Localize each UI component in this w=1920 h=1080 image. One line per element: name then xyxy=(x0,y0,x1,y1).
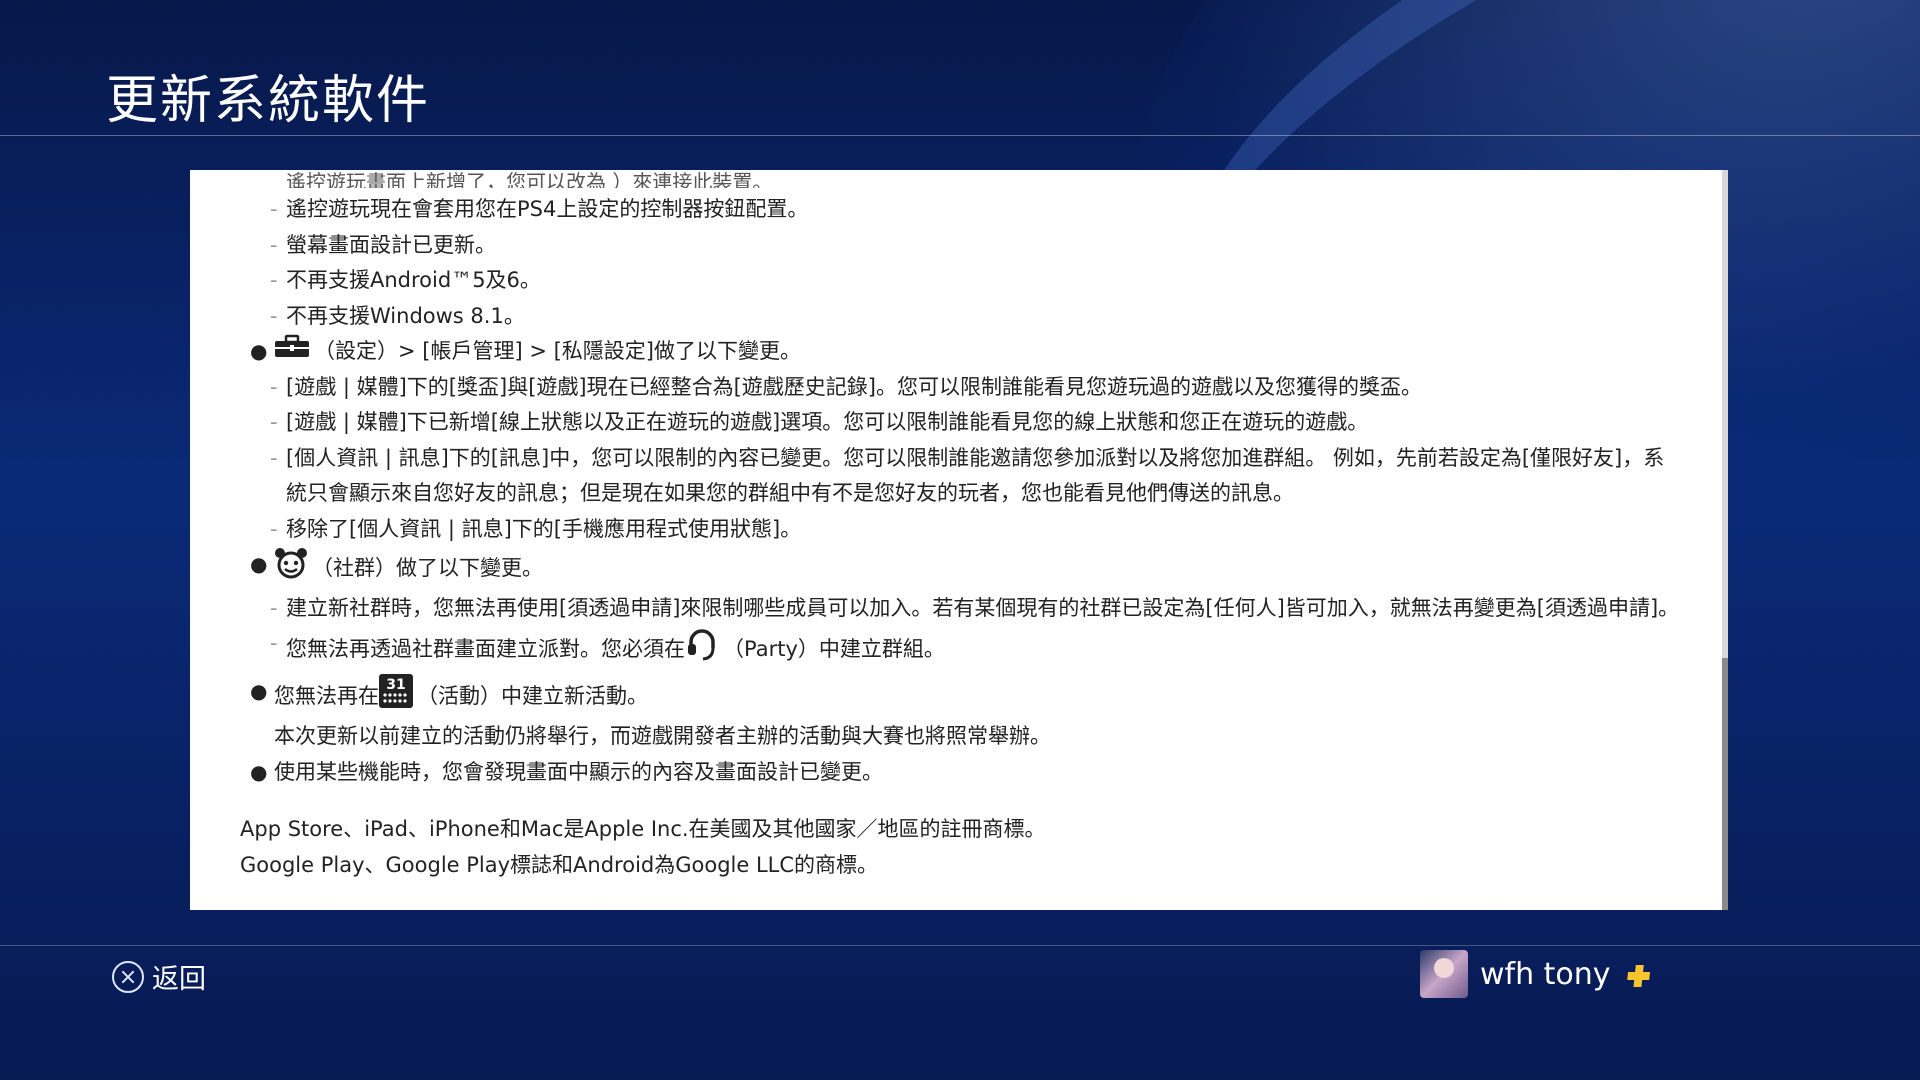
note-item-party: - 您無法再透過社群畫面建立派對。您必須在 （Party）中建立群組。 xyxy=(240,626,1680,674)
note-text: 您無法再在 xyxy=(274,683,379,708)
trademark-google: Google Play、Google Play標誌和Android為Google… xyxy=(240,852,879,877)
back-label: 返回 xyxy=(152,964,206,995)
footer-divider xyxy=(0,945,1920,946)
note-text: 使用某些機能時，您會發現畫面中顯示的內容及畫面設計已變更。 xyxy=(274,759,883,784)
scrollbar[interactable] xyxy=(1722,170,1728,910)
user-profile[interactable]: wfh tony xyxy=(1420,950,1650,998)
note-text: 不再支援Windows 8.1。 xyxy=(286,303,525,328)
note-text: （社群）做了以下變更。 xyxy=(312,556,543,580)
note-text: 您無法再透過社群畫面建立派對。您必須在 xyxy=(286,637,685,661)
note-text: [遊戲 | 媒體]下的[獎盃]與[遊戲]現在已經整合為[遊戲歷史記錄]。您可以限… xyxy=(286,374,1422,399)
note-text: （活動）中建立新活動。 xyxy=(417,683,648,708)
note-paragraph: 本次更新以前建立的活動仍將舉行，而遊戲開發者主辦的活動與大賽也將照常舉辦。 xyxy=(274,724,1051,749)
note-text: 移除了[個人資訊 | 訊息]下的[手機應用程式使用狀態]。 xyxy=(286,516,802,541)
cross-button-icon xyxy=(112,960,144,993)
bullet-community: ● （社群）做了以下變更。 xyxy=(240,547,1680,591)
note-text: [個人資訊 | 訊息]下的[訊息]中，您可以限制的內容已變更。您可以限制誰能邀請… xyxy=(286,445,1665,506)
note-item: - 不再支援Windows 8.1。 xyxy=(270,303,525,328)
note-text: （設定）> [帳戶管理] > [私隱設定]做了以下變更。 xyxy=(314,339,801,363)
page-title: 更新系統軟件 xyxy=(106,71,431,131)
note-text: 不再支援Android™5及6。 xyxy=(286,268,541,292)
note-item: - [遊戲 | 媒體]下已新增[線上狀態以及正在遊玩的遊戲]選項。您可以限制誰能看… xyxy=(270,410,1369,435)
scrollbar-thumb[interactable] xyxy=(1722,658,1728,910)
back-button[interactable]: 返回 xyxy=(112,957,206,996)
note-item: - [遊戲 | 媒體]下的[獎盃]與[遊戲]現在已經整合為[遊戲歷史記錄]。您可以… xyxy=(270,374,1422,399)
toolbox-icon xyxy=(274,334,310,370)
note-item: - 不再支援Android™5及6。 xyxy=(270,268,541,292)
party-headset-icon xyxy=(685,626,719,674)
update-notes-panel[interactable]: 遙控遊玩畫面上新增了，您可以改為 ）來連接此裝置。 - 遙控遊玩現在會套用您在PS… xyxy=(190,170,1728,910)
bullet-events: ● 您無法再在 31 （活動）中建立新活動。 xyxy=(240,673,1680,720)
user-name: wfh tony xyxy=(1480,956,1611,992)
calendar-31-icon: 31 xyxy=(379,673,413,720)
avatar xyxy=(1420,950,1468,998)
bullet-settings: ● （設定）> [帳戶管理] > [私隱設定]做了以下變更。 xyxy=(240,334,1680,370)
header-divider xyxy=(0,135,1920,136)
note-item: - [個人資訊 | 訊息]下的[訊息]中，您可以限制的內容已變更。您可以限制誰能邀… xyxy=(270,445,1665,506)
note-text: 遙控遊玩現在會套用您在PS4上設定的控制器按鈕配置。 xyxy=(286,197,809,221)
note-item: - 移除了[個人資訊 | 訊息]下的[手機應用程式使用狀態]。 xyxy=(270,516,802,541)
calendar-day-label: 31 xyxy=(386,677,405,693)
trademark-apple: App Store、iPad、iPhone和Mac是Apple Inc.在美國及… xyxy=(240,817,1046,842)
trademark-notices: App Store、iPad、iPhone和Mac是Apple Inc.在美國及… xyxy=(240,812,1680,883)
bullet-ui-changes: ● 使用某些機能時，您會發現畫面中顯示的內容及畫面設計已變更。 xyxy=(250,759,883,784)
note-item: - 遙控遊玩現在會套用您在PS4上設定的控制器按鈕配置。 xyxy=(270,197,809,221)
community-icon xyxy=(274,547,308,591)
update-notes-document: 遙控遊玩畫面上新增了，您可以改為 ）來連接此裝置。 - 遙控遊玩現在會套用您在PS… xyxy=(240,172,1680,883)
note-text: 建立新社群時，您無法再使用[須透過申請]來限制哪些成員可以加入。若有某個現有的社… xyxy=(286,595,1680,620)
playstation-plus-icon xyxy=(1625,962,1650,987)
note-item: - 建立新社群時，您無法再使用[須透過申請]來限制哪些成員可以加入。若有某個現有的… xyxy=(270,595,1680,620)
note-item: - 螢幕畫面設計已更新。 xyxy=(270,232,496,257)
note-text: 螢幕畫面設計已更新。 xyxy=(286,232,496,257)
note-text: [遊戲 | 媒體]下已新增[線上狀態以及正在遊玩的遊戲]選項。您可以限制誰能看見… xyxy=(286,410,1369,435)
note-text: （Party）中建立群組。 xyxy=(723,637,945,661)
cut-off-line: 遙控遊玩畫面上新增了，您可以改為 ）來連接此裝置。 xyxy=(286,172,773,188)
